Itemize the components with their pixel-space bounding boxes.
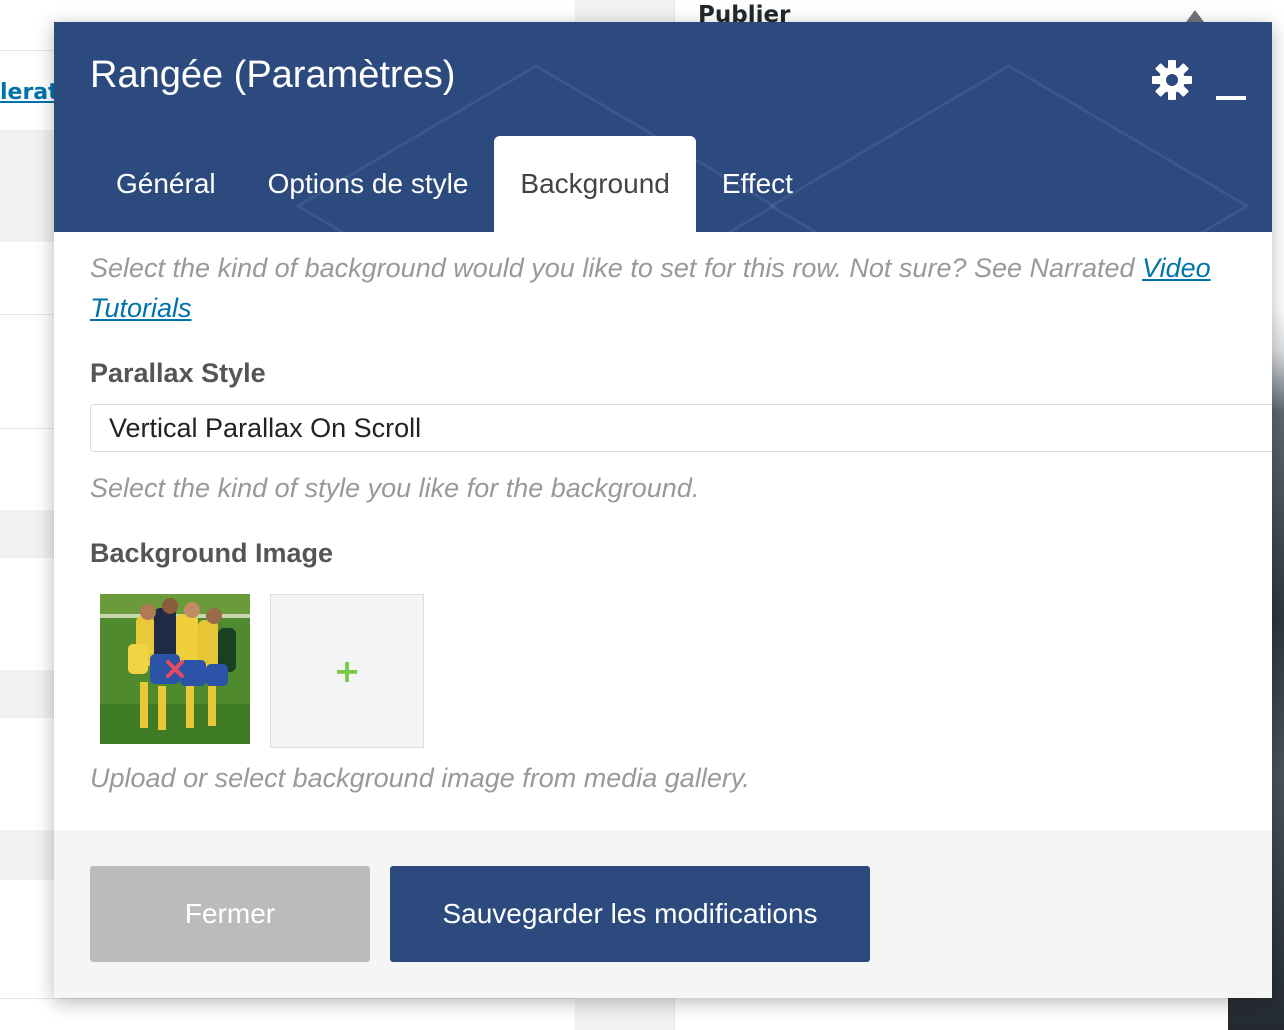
parallax-style-label: Parallax Style bbox=[90, 358, 266, 388]
row-settings-modal: Rangée (Paramètres) Général Options de s… bbox=[54, 22, 1272, 998]
collapse-arrow-icon[interactable] bbox=[1186, 10, 1204, 22]
tab-background[interactable]: Background bbox=[494, 136, 696, 232]
intro-description: Select the kind of background would you … bbox=[90, 248, 1250, 328]
background-image-help: Upload or select background image from m… bbox=[90, 763, 750, 793]
background-image-label: Background Image bbox=[90, 538, 334, 568]
parallax-style-select[interactable]: Vertical Parallax On Scroll bbox=[90, 404, 1272, 452]
background-image-thumbnail[interactable] bbox=[100, 594, 250, 744]
save-button[interactable]: Sauvegarder les modifications bbox=[390, 866, 870, 962]
modal-footer: Fermer Sauvegarder les modifications bbox=[54, 830, 1272, 998]
modal-header: Rangée (Paramètres) Général Options de s… bbox=[54, 22, 1272, 232]
plus-icon: + bbox=[333, 652, 361, 690]
parallax-style-help: Select the kind of style you like for th… bbox=[90, 473, 700, 503]
tab-bar: Général Options de style Background Effe… bbox=[90, 136, 819, 232]
intro-text: Select the kind of background would you … bbox=[90, 253, 1143, 283]
tab-effect[interactable]: Effect bbox=[696, 136, 819, 232]
divider bbox=[0, 998, 575, 999]
modal-title: Rangée (Paramètres) bbox=[90, 54, 456, 96]
close-button[interactable]: Fermer bbox=[90, 866, 370, 962]
tab-style-options[interactable]: Options de style bbox=[242, 136, 495, 232]
tab-general[interactable]: Général bbox=[90, 136, 242, 232]
add-image-button[interactable]: + bbox=[270, 594, 424, 748]
gear-icon[interactable] bbox=[1150, 58, 1194, 102]
background-link[interactable]: lerat bbox=[0, 80, 59, 105]
minimize-icon[interactable] bbox=[1214, 80, 1248, 104]
